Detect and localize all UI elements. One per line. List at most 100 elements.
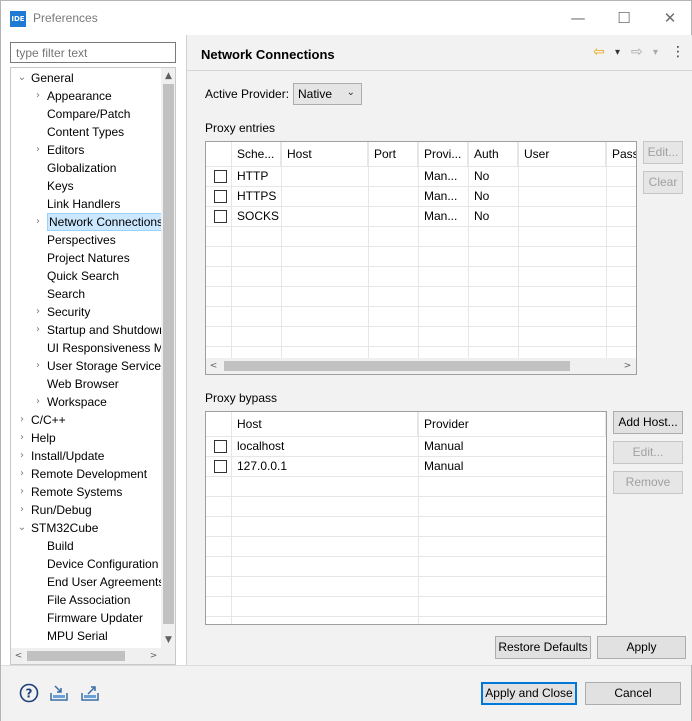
- chevron-right-icon[interactable]: ›: [16, 501, 28, 519]
- tree-item[interactable]: Device Configuration Tool: [11, 555, 161, 573]
- column-header[interactable]: Auth: [468, 142, 518, 166]
- tree-item-label: General: [31, 71, 74, 85]
- tree-item[interactable]: UI Responsiveness Monitoring: [11, 339, 161, 357]
- tree-item[interactable]: Search: [11, 285, 161, 303]
- tree-item[interactable]: Project Natures: [11, 249, 161, 267]
- import-icon[interactable]: [49, 683, 69, 703]
- tree-item[interactable]: Firmware Updater: [11, 609, 161, 627]
- tree-item[interactable]: ⌄ General: [11, 69, 161, 87]
- tree-horizontal-scrollbar[interactable]: < >: [11, 648, 161, 664]
- column-header[interactable]: Host: [281, 142, 368, 166]
- chevron-right-icon[interactable]: ›: [32, 213, 44, 231]
- tree-item[interactable]: › Appearance: [11, 87, 161, 105]
- forward-dropdown-icon[interactable]: ▾: [653, 47, 658, 58]
- tree-item[interactable]: › Help: [11, 429, 161, 447]
- filter-input[interactable]: [10, 42, 176, 63]
- column-header[interactable]: Pass: [606, 142, 636, 166]
- tree-item[interactable]: Globalization: [11, 159, 161, 177]
- tree-item-label: Perspectives: [47, 233, 116, 247]
- edit-host-button[interactable]: Edit...: [613, 441, 683, 464]
- view-menu-icon[interactable]: ⋮: [671, 44, 685, 60]
- remove-host-button[interactable]: Remove: [613, 471, 683, 494]
- edit-entry-button[interactable]: Edit...: [643, 141, 683, 164]
- back-dropdown-icon[interactable]: ▾: [615, 47, 620, 58]
- tree-item[interactable]: Content Types: [11, 123, 161, 141]
- chevron-right-icon[interactable]: ›: [32, 357, 44, 375]
- tree-item[interactable]: › Startup and Shutdown: [11, 321, 161, 339]
- proxy-bypass-table[interactable]: Host Provider localhost Manual 127.0.0.1 Manu…: [205, 411, 607, 625]
- active-provider-select[interactable]: Native ⌄: [293, 83, 362, 105]
- tree-item[interactable]: › C/C++: [11, 411, 161, 429]
- restore-defaults-button[interactable]: Restore Defaults: [495, 636, 591, 659]
- column-header[interactable]: Provi...: [418, 142, 468, 166]
- tree-item[interactable]: Perspectives: [11, 231, 161, 249]
- tree-item[interactable]: › Remote Development: [11, 465, 161, 483]
- tree-item[interactable]: Link Handlers: [11, 195, 161, 213]
- maximize-button[interactable]: ☐: [601, 1, 647, 35]
- tree-vertical-scrollbar[interactable]: ▲ ▼: [161, 68, 175, 648]
- column-header[interactable]: Sche...: [231, 142, 281, 166]
- chevron-right-icon[interactable]: ›: [16, 465, 28, 483]
- forward-arrow-icon[interactable]: ⇨: [631, 44, 643, 60]
- chevron-right-icon[interactable]: ›: [32, 303, 44, 321]
- tree-hscroll-thumb[interactable]: [27, 651, 125, 661]
- apply-button[interactable]: Apply: [597, 636, 686, 659]
- tree-item[interactable]: Compare/Patch: [11, 105, 161, 123]
- chevron-right-icon[interactable]: ›: [16, 429, 28, 447]
- proxy-entries-table[interactable]: < > Sche... Host Port Provi... Auth User Pass H…: [205, 141, 637, 375]
- scroll-left-arrow[interactable]: <: [11, 648, 26, 664]
- chevron-right-icon[interactable]: ›: [32, 87, 44, 105]
- column-header[interactable]: User: [518, 142, 606, 166]
- scroll-right-arrow[interactable]: >: [146, 648, 161, 664]
- chevron-down-icon[interactable]: ⌄: [16, 519, 28, 537]
- tree-item[interactable]: › Run/Debug: [11, 501, 161, 519]
- tree-item[interactable]: › Editors: [11, 141, 161, 159]
- tree-item[interactable]: Web Browser: [11, 375, 161, 393]
- entries-hscroll-thumb[interactable]: [224, 361, 570, 371]
- row-checkbox[interactable]: [214, 170, 227, 183]
- clear-entry-button[interactable]: Clear: [643, 171, 683, 194]
- tree-item[interactable]: › Network Connections: [11, 213, 161, 231]
- tree-item[interactable]: ⌄ STM32Cube: [11, 519, 161, 537]
- tree-item[interactable]: › Remote Systems: [11, 483, 161, 501]
- chevron-down-icon[interactable]: ⌄: [16, 69, 28, 87]
- column-header[interactable]: Port: [368, 142, 418, 166]
- tree-item[interactable]: › Install/Update: [11, 447, 161, 465]
- scroll-left-arrow[interactable]: <: [206, 358, 221, 374]
- tree-scroll-thumb[interactable]: [163, 84, 174, 624]
- column-header[interactable]: Host: [231, 412, 418, 436]
- chevron-right-icon[interactable]: ›: [16, 411, 28, 429]
- chevron-right-icon[interactable]: ›: [16, 447, 28, 465]
- tree-item[interactable]: End User Agreements: [11, 573, 161, 591]
- row-checkbox[interactable]: [214, 190, 227, 203]
- scroll-down-arrow[interactable]: ▼: [161, 632, 175, 648]
- chevron-right-icon[interactable]: ›: [32, 393, 44, 411]
- tree-item[interactable]: › User Storage Service: [11, 357, 161, 375]
- scroll-right-arrow[interactable]: >: [620, 358, 635, 374]
- tree-item[interactable]: Keys: [11, 177, 161, 195]
- chevron-right-icon[interactable]: ›: [32, 141, 44, 159]
- row-checkbox[interactable]: [214, 460, 227, 473]
- tree-item[interactable]: File Association: [11, 591, 161, 609]
- help-icon[interactable]: ?: [19, 683, 39, 703]
- close-button[interactable]: ✕: [647, 1, 692, 35]
- chevron-right-icon[interactable]: ›: [16, 483, 28, 501]
- entries-horizontal-scrollbar[interactable]: < >: [206, 358, 636, 374]
- row-checkbox[interactable]: [214, 440, 227, 453]
- tree-item[interactable]: › Workspace: [11, 393, 161, 411]
- export-icon[interactable]: [80, 683, 100, 703]
- minimize-button[interactable]: —: [555, 1, 601, 35]
- back-arrow-icon[interactable]: ⇦: [593, 44, 605, 60]
- tree-item[interactable]: Quick Search: [11, 267, 161, 285]
- tree-item[interactable]: MPU Serial: [11, 627, 161, 645]
- tree-item[interactable]: Build: [11, 537, 161, 555]
- add-host-button[interactable]: Add Host...: [613, 411, 683, 434]
- column-header[interactable]: Provider: [418, 412, 606, 436]
- row-checkbox[interactable]: [214, 210, 227, 223]
- cancel-button[interactable]: Cancel: [585, 682, 681, 705]
- chevron-right-icon[interactable]: ›: [32, 321, 44, 339]
- apply-and-close-button[interactable]: Apply and Close: [481, 682, 577, 705]
- scroll-up-arrow[interactable]: ▲: [161, 68, 175, 84]
- title-bar: IDE Preferences — ☐ ✕: [1, 1, 691, 35]
- tree-item[interactable]: › Security: [11, 303, 161, 321]
